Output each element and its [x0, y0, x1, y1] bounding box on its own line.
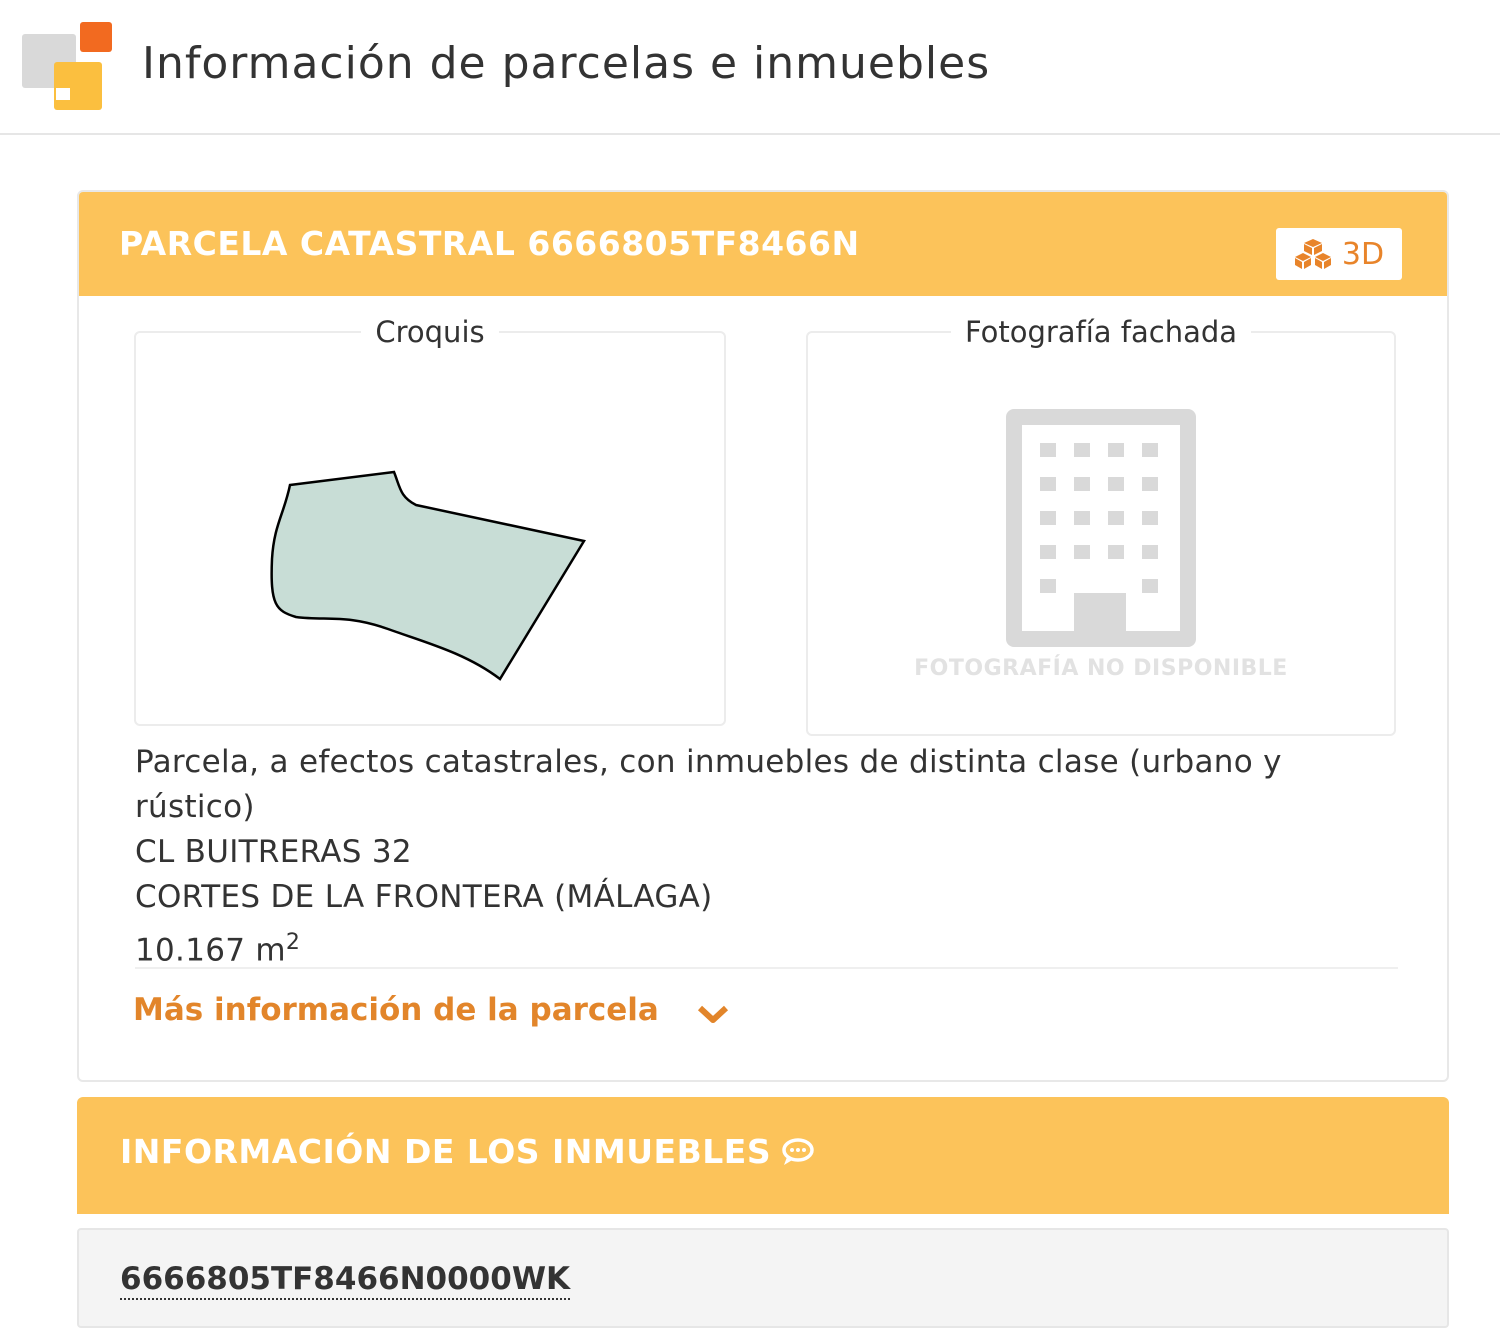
facade-photo-panel: Fotografía fachada FOTOGRAFÍA NO DISPONI…	[806, 315, 1396, 736]
parcel-shape	[270, 470, 586, 681]
parcel-locality: CORTES DE LA FRONTERA (MÁLAGA)	[135, 879, 713, 915]
property-reference-link[interactable]: 6666805TF8466N0000WK	[120, 1260, 571, 1300]
photo-unavailable-label: FOTOGRAFÍA NO DISPONIBLE	[914, 656, 1288, 681]
parcel-info: Parcela, a efectos catastrales, con inmu…	[135, 740, 1365, 973]
catastro-logo[interactable]	[22, 22, 114, 110]
parcel-address: CL BUITRERAS 32	[135, 834, 412, 870]
parcel-area: 10.167 m2	[135, 920, 1365, 973]
logo-white-notch	[56, 88, 70, 100]
parcel-title: PARCELA CATASTRAL 6666805TF8466N	[119, 224, 860, 263]
chevron-down-icon	[697, 1005, 728, 1023]
divider	[135, 967, 1398, 969]
page-title: Información de parcelas e inmuebles	[142, 38, 991, 89]
properties-title-text: INFORMACIÓN DE LOS INMUEBLES	[120, 1132, 772, 1171]
sketch-legend: Croquis	[375, 315, 485, 349]
parcel-card: PARCELA CATASTRAL 6666805TF8466N 3D Croq…	[77, 190, 1449, 1082]
logo-orange-square	[80, 22, 112, 52]
properties-title: INFORMACIÓN DE LOS INMUEBLES	[120, 1130, 815, 1174]
properties-section-header: INFORMACIÓN DE LOS INMUEBLES	[77, 1097, 1449, 1214]
logo-yellow-square	[54, 62, 102, 110]
comment-icon[interactable]	[781, 1137, 815, 1167]
parcel-description: Parcela, a efectos catastrales, con inmu…	[135, 744, 1282, 825]
parcel-area-value: 10.167 m	[135, 932, 286, 969]
building-icon	[1006, 409, 1196, 647]
parcel-area-unit-exponent: 2	[285, 930, 301, 955]
parcel-sketch[interactable]	[136, 349, 724, 756]
app-header: Información de parcelas e inmuebles	[0, 0, 1500, 135]
more-parcel-info-label: Más información de la parcela	[133, 992, 659, 1028]
cubes-icon	[1294, 238, 1332, 270]
sketch-panel: Croquis	[134, 315, 726, 726]
view-3d-button[interactable]: 3D	[1276, 228, 1402, 280]
parcel-card-header: PARCELA CATASTRAL 6666805TF8466N 3D	[79, 192, 1447, 296]
property-list-item: 6666805TF8466N0000WK	[77, 1228, 1449, 1328]
view-3d-label: 3D	[1341, 236, 1385, 272]
more-parcel-info-link[interactable]: Más información de la parcela	[133, 992, 729, 1028]
facade-photo-legend: Fotografía fachada	[964, 315, 1238, 349]
